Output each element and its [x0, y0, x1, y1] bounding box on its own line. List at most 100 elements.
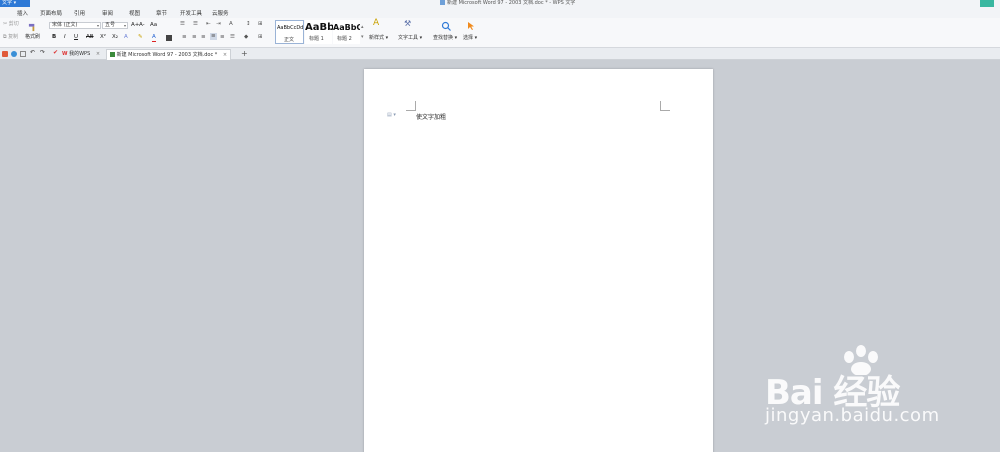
window-title-text: 新建 Microsoft Word 97 - 2003 文档.doc * - W…	[447, 0, 576, 6]
justify-icon[interactable]: ≡	[210, 33, 217, 40]
redo-icon[interactable]: ↷	[40, 49, 45, 56]
document-icon	[440, 0, 445, 5]
tab-my-wps[interactable]: W 我的WPS ×	[62, 49, 100, 60]
style-normal-name: 正文	[284, 37, 295, 43]
margin-corner-top-left	[406, 101, 416, 111]
font-name-select[interactable]: 宋体 (正文) ▾	[49, 22, 101, 29]
align-right-icon[interactable]: ≡	[201, 34, 206, 41]
baidu-watermark: Bai 经验 jingyan.baidu.com	[765, 345, 975, 430]
globe-icon[interactable]	[11, 51, 17, 57]
wps-w-logo-icon: W	[62, 51, 68, 57]
new-style-button[interactable]: 新样式 ▾	[369, 35, 388, 42]
style-heading-2-sample: AaBbC	[333, 23, 360, 32]
distribute-icon[interactable]: ≡	[220, 34, 225, 41]
window-title: 新建 Microsoft Word 97 - 2003 文档.doc * - W…	[440, 0, 575, 6]
wps-w-icon[interactable]: ✔	[53, 49, 58, 56]
style-heading-1[interactable]: AaBb 标题 1	[305, 20, 335, 44]
window-controls[interactable]	[980, 0, 994, 7]
app-menu-button[interactable]: 文字 ▾	[0, 0, 30, 7]
tab-developer[interactable]: 开发工具	[180, 9, 202, 17]
style-heading-1-sample: AaBb	[305, 22, 335, 33]
new-style-icon[interactable]: A	[373, 19, 379, 28]
tab-my-wps-label: 我的WPS	[69, 51, 91, 57]
copy-button[interactable]: ⧉ 复制	[3, 34, 18, 41]
format-painter-button[interactable]: 格式刷	[25, 34, 40, 41]
document-icon	[110, 52, 115, 57]
document-tab-strip: ↶ ↷ ✔ W 我的WPS × 新建 Microsoft Word 97 - 2…	[0, 48, 1000, 60]
text-tools-icon[interactable]: ⚒	[404, 20, 411, 28]
paint-brush-icon[interactable]	[28, 23, 37, 32]
styles-scroll-icon[interactable]: ▴	[361, 24, 364, 31]
cut-label: 剪切	[8, 21, 19, 27]
app-menu-label: 文字	[2, 0, 13, 6]
font-name-value: 宋体 (正文)	[52, 22, 78, 28]
align-center-icon[interactable]: ≡	[192, 34, 197, 41]
show-marks-icon[interactable]: ⊞	[258, 21, 263, 28]
numbered-list-icon[interactable]: ☰	[193, 21, 198, 28]
font-size-value: 五号	[105, 22, 116, 28]
font-color-button[interactable]: A	[152, 34, 156, 42]
new-style-label: 新样式	[369, 35, 385, 41]
search-icon[interactable]	[441, 21, 451, 31]
cursor-arrow-icon[interactable]	[467, 21, 476, 31]
tab-current-document-label: 新建 Microsoft Word 97 - 2003 文档.doc *	[116, 52, 218, 58]
tab-review[interactable]: 审阅	[102, 9, 113, 17]
text-effect-button[interactable]: A	[124, 34, 128, 41]
outdent-icon[interactable]: ⇤	[206, 21, 211, 28]
text-tools-button[interactable]: 文字工具 ▾	[398, 35, 422, 42]
font-size-select[interactable]: 五号 ▾	[102, 22, 128, 29]
close-icon[interactable]: ×	[223, 52, 227, 58]
text-tools-label: 文字工具	[398, 35, 419, 41]
watermark-url: jingyan.baidu.com	[765, 405, 940, 426]
find-replace-label: 查找替换	[433, 35, 454, 41]
style-heading-1-name: 标题 1	[309, 36, 324, 42]
close-icon[interactable]: ×	[96, 51, 100, 57]
tab-page-layout[interactable]: 页面布局	[40, 9, 62, 17]
select-button[interactable]: 选择 ▾	[463, 35, 477, 42]
tab-view[interactable]: 视图	[129, 9, 140, 17]
tab-current-document[interactable]: 新建 Microsoft Word 97 - 2003 文档.doc * ×	[106, 49, 232, 60]
superscript-button[interactable]: X²	[100, 34, 106, 41]
select-label: 选择	[463, 35, 474, 41]
tab-cloud[interactable]: 云服务	[212, 9, 229, 17]
tab-insert[interactable]: 插入	[17, 9, 28, 17]
style-heading-2-name: 标题 2	[337, 36, 352, 42]
wps-logo-icon[interactable]	[2, 51, 8, 57]
style-normal[interactable]: AaBbCcDd 正文	[275, 20, 304, 44]
chevron-down-icon: ▾	[96, 23, 99, 28]
cut-button[interactable]: ✂ 剪切	[3, 21, 19, 28]
shrink-font-button[interactable]: A-	[139, 22, 145, 29]
styles-more-icon[interactable]: ▾	[361, 34, 364, 41]
underline-button[interactable]: U	[74, 34, 78, 41]
ribbon: ✂ 剪切 ⧉ 复制 格式刷 宋体 (正文) ▾ 五号 ▾ A+ A- Aa B I …	[0, 18, 1000, 48]
line-spacing-icon[interactable]: ☰	[230, 34, 235, 41]
document-body-text[interactable]: 使文字加粗	[416, 112, 446, 121]
sort-icon[interactable]: ↕	[246, 21, 251, 28]
highlight-button[interactable]: ✎	[138, 34, 143, 41]
title-bar: 文字 ▾ 新建 Microsoft Word 97 - 2003 文档.doc …	[0, 0, 1000, 7]
style-normal-sample: AaBbCcDd	[277, 25, 304, 31]
undo-icon[interactable]: ↶	[30, 49, 35, 56]
style-heading-2[interactable]: AaBbC 标题 2	[333, 20, 360, 44]
new-doc-icon[interactable]	[20, 51, 26, 57]
tab-references[interactable]: 引用	[74, 9, 85, 17]
strikethrough-button[interactable]: AB	[86, 34, 94, 41]
indent-icon[interactable]: ⇥	[216, 21, 221, 28]
subscript-button[interactable]: X₂	[112, 34, 118, 41]
margin-corner-top-right	[660, 101, 670, 111]
copy-label: 复制	[8, 34, 19, 40]
clear-format-button[interactable]: Aa	[150, 22, 157, 29]
border-icon[interactable]: ⊞	[258, 34, 263, 41]
new-tab-button[interactable]: +	[241, 50, 248, 58]
bullet-list-icon[interactable]: ☰	[180, 21, 185, 28]
align-left-icon[interactable]: ≡	[182, 34, 187, 41]
document-page[interactable]: ▤ ▾ 使文字加粗	[364, 69, 713, 452]
char-shading-icon[interactable]	[166, 35, 172, 41]
paragraph-mark-icon[interactable]: ▤ ▾	[387, 112, 396, 118]
bold-button[interactable]: B	[52, 34, 56, 41]
italic-button[interactable]: I	[64, 34, 66, 41]
find-replace-button[interactable]: 查找替换 ▾	[433, 35, 457, 42]
chinese-layout-icon[interactable]: A	[229, 21, 233, 28]
tab-section[interactable]: 章节	[156, 9, 167, 17]
shading-icon[interactable]: ◆	[244, 34, 248, 41]
